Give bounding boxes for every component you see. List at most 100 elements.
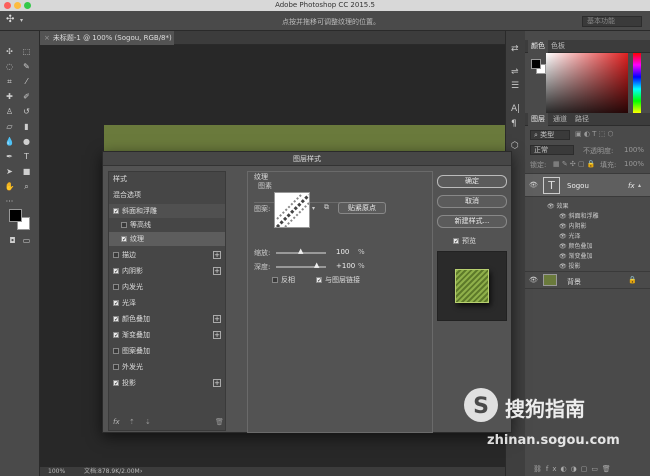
snap-to-origin-button[interactable]: 贴紧原点 — [338, 202, 386, 214]
checkbox-icon[interactable] — [113, 348, 119, 354]
pattern-picker[interactable] — [274, 192, 310, 228]
more-tools-icon[interactable]: ··· — [3, 196, 16, 208]
ok-button[interactable]: 确定 — [437, 175, 507, 188]
status-arrow-icon[interactable]: › — [140, 467, 142, 476]
checkbox-icon[interactable]: ✓ — [113, 332, 119, 339]
tab-swatches[interactable]: 色板 — [548, 40, 568, 53]
move-tool-icon[interactable]: ✣ — [3, 46, 16, 58]
visibility-eye-icon[interactable]: 👁 — [559, 213, 569, 220]
tool-preset-chevron-icon[interactable]: ▾ — [20, 17, 23, 24]
checkbox-icon[interactable]: ✓ — [113, 300, 119, 307]
crop-tool-icon[interactable]: ⌗ — [3, 76, 16, 88]
eraser-tool-icon[interactable]: ▱ — [3, 121, 16, 133]
visibility-eye-icon[interactable]: 👁 — [559, 253, 569, 260]
checkbox-icon[interactable]: ✓ — [113, 268, 119, 275]
add-effect-icon[interactable]: + — [213, 251, 221, 259]
style-item-drop-shadow[interactable]: ✓ 投影 + — [109, 376, 225, 390]
brush-tool-icon[interactable]: ✐ — [20, 91, 33, 103]
depth-slider-thumb-icon[interactable]: ▲ — [314, 261, 319, 269]
visibility-eye-icon[interactable]: 👁 — [529, 181, 538, 189]
checkbox-icon[interactable] — [121, 222, 127, 228]
shape-tool-icon[interactable]: ■ — [20, 166, 33, 178]
pen-tool-icon[interactable]: ✒ — [3, 151, 16, 163]
close-tab-icon[interactable]: × — [44, 34, 50, 42]
visibility-eye-icon[interactable]: 👁 — [559, 243, 569, 250]
add-effect-icon[interactable]: + — [213, 379, 221, 387]
style-item-contour[interactable]: 等高线 — [109, 218, 225, 232]
workspace-switcher[interactable]: 基本功能 — [582, 16, 642, 27]
layer-row-background[interactable]: 👁 背景 🔒 — [525, 271, 650, 289]
character-panel-icon[interactable]: A| — [511, 104, 520, 114]
checkbox-icon[interactable] — [113, 252, 119, 258]
visibility-eye-icon[interactable]: 👁 — [559, 233, 569, 240]
layer-filter-kind[interactable]: ⌕ 类型 — [530, 130, 570, 140]
style-item-pattern-overlay[interactable]: 图案叠加 — [109, 344, 225, 358]
blend-mode-select[interactable]: 正常 — [530, 145, 574, 155]
foreground-color-swatch[interactable] — [9, 209, 22, 222]
lasso-tool-icon[interactable]: ◌ — [3, 61, 16, 73]
cancel-button[interactable]: 取消 — [437, 195, 507, 208]
quick-select-tool-icon[interactable]: ✎ — [20, 61, 33, 73]
move-tool-icon[interactable]: ✣ — [6, 14, 14, 25]
checkbox-icon[interactable] — [113, 364, 119, 370]
checkbox-icon[interactable] — [113, 284, 119, 290]
color-panel-foreground[interactable] — [531, 59, 541, 69]
document-tab[interactable]: ×未标题-1 @ 100% (Sogou, RGB/8*) * — [40, 31, 174, 56]
style-item-gradient-overlay[interactable]: ✓ 渐变叠加 + — [109, 328, 225, 342]
preview-checkbox[interactable]: ✓ 预览 — [453, 236, 476, 246]
visibility-eye-icon[interactable]: 👁 — [559, 263, 569, 270]
style-item-bevel-emboss[interactable]: ✓ 斜面和浮雕 — [109, 204, 225, 218]
scale-slider-thumb-icon[interactable]: ▲ — [298, 247, 303, 255]
tab-layers[interactable]: 图层 — [528, 113, 548, 126]
lock-icons[interactable]: ▦ ✎ ✣ ▢ 🔒 — [553, 160, 596, 168]
delete-icon[interactable]: 🗑 — [215, 418, 224, 426]
new-preset-icon[interactable]: ⧉ — [324, 203, 329, 212]
link-with-layer-checkbox[interactable]: ✓ 与图层链接 — [316, 275, 360, 285]
style-item-stroke[interactable]: 描边 + — [109, 248, 225, 262]
layer-filter-icons[interactable]: ▣ ◐ T ⬚ ⬡ — [575, 130, 645, 140]
checkbox-icon[interactable]: ✓ — [113, 208, 119, 215]
marquee-tool-icon[interactable]: ⬚ — [20, 46, 33, 58]
add-effect-icon[interactable]: + — [213, 315, 221, 323]
style-item-inner-glow[interactable]: 内发光 — [109, 280, 225, 294]
visibility-eye-icon[interactable]: 👁 — [529, 276, 538, 284]
layer-name[interactable]: Sogou — [567, 182, 589, 190]
layer-row-sogou[interactable]: 👁 T Sogou fx ▴ — [525, 173, 650, 197]
eyedropper-tool-icon[interactable]: ⁄ — [20, 76, 33, 88]
close-window-button[interactable] — [4, 2, 11, 9]
move-down-icon[interactable]: ⇣ — [145, 418, 151, 426]
checkbox-icon[interactable]: ✓ — [121, 236, 127, 243]
hand-tool-icon[interactable]: ✋ — [3, 181, 16, 193]
zoom-window-button[interactable] — [24, 2, 31, 9]
tab-channels[interactable]: 通道 — [550, 113, 570, 126]
healing-brush-tool-icon[interactable]: ✚ — [3, 91, 16, 103]
checkbox-icon[interactable]: ✓ — [113, 316, 119, 323]
clone-stamp-tool-icon[interactable]: ♙ — [3, 106, 16, 118]
style-item-color-overlay[interactable]: ✓ 颜色叠加 + — [109, 312, 225, 326]
pattern-dropdown-icon[interactable]: ▾ — [312, 205, 315, 212]
3d-panel-icon[interactable]: ⬡ — [511, 141, 519, 151]
checkbox-icon[interactable]: ✓ — [453, 238, 459, 245]
checkbox-icon[interactable]: ✓ — [316, 277, 322, 284]
add-effect-icon[interactable]: + — [213, 331, 221, 339]
layer-name[interactable]: 背景 — [567, 277, 581, 287]
move-up-icon[interactable]: ⇡ — [129, 418, 135, 426]
zoom-tool-icon[interactable]: ⌕ — [20, 181, 33, 193]
checkbox-icon[interactable]: ✓ — [113, 380, 119, 387]
collapse-effects-icon[interactable]: ▴ — [638, 182, 641, 189]
history-panel-icon[interactable]: ⇄ — [511, 44, 519, 54]
minimize-window-button[interactable] — [14, 2, 21, 9]
layer-fx-badge[interactable]: fx — [628, 182, 635, 190]
properties-panel-icon[interactable]: ☰ — [511, 81, 519, 91]
scale-value[interactable]: 100 — [336, 248, 349, 256]
depth-value[interactable]: +100 — [336, 262, 355, 270]
adjustments-panel-icon[interactable]: ⇌ — [511, 67, 519, 77]
opacity-value[interactable]: 100% — [624, 146, 644, 154]
path-select-tool-icon[interactable]: ➤ — [3, 166, 16, 178]
zoom-level[interactable]: 100% — [48, 467, 65, 476]
visibility-eye-icon[interactable]: 👁 — [559, 223, 569, 230]
tab-paths[interactable]: 路径 — [572, 113, 592, 126]
visibility-eye-icon[interactable]: 👁 — [547, 203, 557, 210]
tab-color[interactable]: 颜色 — [528, 40, 548, 53]
invert-checkbox[interactable]: 反相 — [272, 275, 295, 285]
